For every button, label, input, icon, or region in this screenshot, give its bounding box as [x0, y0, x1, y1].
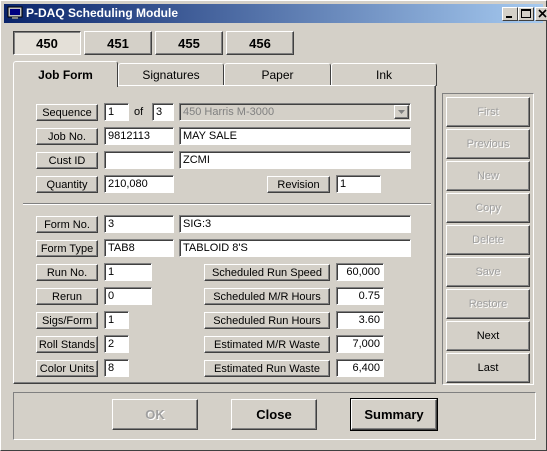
tab-signatures[interactable]: Signatures	[118, 63, 224, 86]
dropdown-arrow-icon	[398, 110, 405, 114]
roll-stands-button[interactable]: Roll Stands	[36, 336, 98, 353]
quantity-button[interactable]: Quantity	[36, 176, 98, 193]
job-no-field[interactable]: 9812113	[104, 127, 174, 145]
title-bar[interactable]: P-DAQ Scheduling Module	[4, 4, 547, 23]
summary-button[interactable]: Summary	[350, 398, 438, 431]
close-window-button[interactable]	[535, 7, 547, 21]
revision-field[interactable]: 1	[336, 175, 381, 193]
restore-button[interactable]: Restore	[446, 289, 530, 319]
run-no-field[interactable]: 1	[104, 263, 152, 281]
press-button-455[interactable]: 455	[155, 31, 223, 55]
minimize-icon	[506, 16, 512, 18]
job-no-button[interactable]: Job No.	[36, 128, 98, 145]
press-button-450[interactable]: 450	[13, 31, 81, 55]
revision-button[interactable]: Revision	[267, 176, 330, 193]
sequence-total-field: 3	[152, 103, 174, 121]
roll-stands-field[interactable]: 2	[104, 335, 129, 353]
tab-job-form[interactable]: Job Form	[13, 61, 118, 87]
scheduled-run-hours-button[interactable]: Scheduled Run Hours	[204, 312, 330, 329]
close-button[interactable]: Close	[231, 399, 317, 430]
press-select[interactable]: 450 Harris M-3000	[179, 103, 411, 121]
save-button[interactable]: Save	[446, 257, 530, 287]
first-button[interactable]: First	[446, 97, 530, 127]
scheduled-mr-hours-field[interactable]: 0.75	[336, 287, 384, 305]
next-button[interactable]: Next	[446, 321, 530, 351]
copy-button[interactable]: Copy	[446, 193, 530, 223]
section-divider	[23, 203, 431, 205]
cust-id-button[interactable]: Cust ID	[36, 152, 98, 169]
press-button-456[interactable]: 456	[226, 31, 294, 55]
tab-paper[interactable]: Paper	[224, 63, 331, 86]
rerun-field[interactable]: 0	[104, 287, 152, 305]
quantity-field[interactable]: 210,080	[104, 175, 174, 193]
scheduled-run-hours-field[interactable]: 3.60	[336, 311, 384, 329]
estimated-run-waste-field[interactable]: 6,400	[336, 359, 384, 377]
form-no-button[interactable]: Form No.	[36, 216, 98, 233]
scheduled-mr-hours-button[interactable]: Scheduled M/R Hours	[204, 288, 330, 305]
form-no-field[interactable]: 3	[104, 215, 174, 233]
form-desc-field[interactable]: SIG:3	[179, 215, 411, 233]
sequence-button[interactable]: Sequence	[36, 104, 98, 121]
press-select-dropdown-button[interactable]	[394, 105, 409, 119]
press-button-451[interactable]: 451	[84, 31, 152, 55]
cust-name-field[interactable]: ZCMI	[179, 151, 411, 169]
window-title: P-DAQ Scheduling Module	[26, 6, 178, 20]
form-type-desc-field[interactable]: TABLOID 8'S	[179, 239, 411, 257]
color-units-button[interactable]: Color Units	[36, 360, 98, 377]
form-type-button[interactable]: Form Type	[36, 240, 98, 257]
previous-button[interactable]: Previous	[446, 129, 530, 159]
delete-button[interactable]: Delete	[446, 225, 530, 255]
app-icon	[7, 6, 23, 19]
new-button[interactable]: New	[446, 161, 530, 191]
sequence-field[interactable]: 1	[104, 103, 129, 121]
estimated-mr-waste-field[interactable]: 7,000	[336, 335, 384, 353]
maximize-button[interactable]	[518, 7, 534, 21]
scheduled-run-speed-button[interactable]: Scheduled Run Speed	[204, 264, 330, 281]
tab-ink[interactable]: Ink	[331, 63, 437, 86]
estimated-mr-waste-button[interactable]: Estimated M/R Waste	[204, 336, 330, 353]
job-name-field[interactable]: MAY SALE	[179, 127, 411, 145]
press-select-value: 450 Harris M-3000	[183, 106, 275, 118]
ok-button[interactable]: OK	[112, 399, 198, 430]
scheduled-run-speed-field[interactable]: 60,000	[336, 263, 384, 281]
last-button[interactable]: Last	[446, 353, 530, 383]
app-window: P-DAQ Scheduling Module 450 451 455 456 …	[0, 0, 547, 451]
form-type-field[interactable]: TAB8	[104, 239, 174, 257]
maximize-icon	[521, 9, 531, 18]
minimize-button[interactable]	[502, 7, 518, 21]
cust-id-field[interactable]	[104, 151, 174, 169]
color-units-field[interactable]: 8	[104, 359, 129, 377]
run-no-button[interactable]: Run No.	[36, 264, 98, 281]
sigs-form-button[interactable]: Sigs/Form	[36, 312, 98, 329]
rerun-button[interactable]: Rerun	[36, 288, 98, 305]
close-icon	[538, 9, 547, 18]
sigs-form-field[interactable]: 1	[104, 311, 129, 329]
of-label: of	[134, 106, 144, 118]
estimated-run-waste-button[interactable]: Estimated Run Waste	[204, 360, 330, 377]
